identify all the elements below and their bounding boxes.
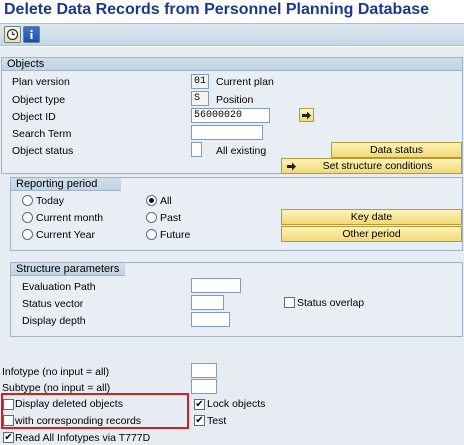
lock-objects-checkbox[interactable]: ✔ — [194, 399, 205, 410]
clock-execute-icon[interactable] — [4, 26, 21, 43]
test-label: Test — [207, 415, 227, 427]
radio-today[interactable] — [22, 195, 33, 206]
radio-all[interactable] — [146, 195, 157, 206]
set-structure-conditions-button[interactable]: Set structure conditions — [281, 158, 462, 174]
search-term-label: Search Term — [12, 128, 72, 140]
plan-version-text: Current plan — [216, 76, 274, 88]
status-vector-label: Status vector — [22, 298, 84, 310]
evaluation-path-label: Evaluation Path — [22, 281, 96, 293]
key-date-button[interactable]: Key date — [281, 209, 462, 225]
object-status-text: All existing — [216, 145, 267, 157]
lock-objects-label: Lock objects — [207, 398, 266, 410]
read-all-infotypes-label: Read All Infotypes via T777D — [15, 432, 151, 444]
status-overlap-label: Status overlap — [297, 297, 365, 309]
arrow-right-icon — [286, 161, 297, 175]
radio-today-label: Today — [36, 195, 65, 207]
test-checkbox[interactable]: ✔ — [194, 415, 205, 426]
plan-version-field[interactable]: 01 — [191, 74, 209, 89]
info-icon[interactable] — [23, 26, 40, 43]
object-id-field[interactable]: 56000020 — [191, 108, 270, 123]
radio-current-month-label: Current month — [36, 212, 104, 224]
display-depth-field[interactable] — [191, 312, 230, 327]
radio-past-label: Past — [160, 212, 182, 224]
radio-past[interactable] — [146, 212, 157, 223]
object-status-field[interactable] — [191, 142, 202, 157]
infotype-label: Infotype (no input = all) — [2, 366, 110, 378]
object-type-label: Object type — [12, 94, 66, 106]
reporting-period-title: Reporting period — [11, 178, 121, 191]
object-type-field[interactable]: S — [191, 91, 209, 106]
plan-version-label: Plan version — [12, 76, 70, 88]
object-id-label: Object ID — [12, 111, 56, 123]
radio-selected-dot — [149, 198, 154, 203]
other-period-button[interactable]: Other period — [281, 226, 462, 242]
data-status-button[interactable]: Data status — [331, 142, 462, 158]
radio-current-year-label: Current Year — [36, 229, 95, 241]
structure-parameters-title: Structure parameters — [11, 263, 125, 276]
radio-future-label: Future — [160, 229, 191, 241]
infotype-field[interactable] — [191, 363, 217, 378]
evaluation-path-field[interactable] — [191, 278, 241, 293]
object-type-text: Position — [216, 94, 254, 106]
radio-future[interactable] — [146, 229, 157, 240]
radio-current-year[interactable] — [22, 229, 33, 240]
object-status-label: Object status — [12, 145, 74, 157]
highlight-box — [1, 393, 189, 429]
subtype-field[interactable] — [191, 379, 217, 394]
set-structure-conditions-label: Set structure conditions — [322, 160, 433, 172]
status-vector-field[interactable] — [191, 295, 224, 310]
arrow-right-icon[interactable] — [299, 108, 314, 122]
radio-all-label: All — [160, 195, 172, 207]
status-overlap-checkbox[interactable] — [284, 297, 295, 308]
application-toolbar — [0, 23, 464, 46]
read-all-infotypes-checkbox[interactable]: ✔ — [3, 432, 14, 443]
radio-current-month[interactable] — [22, 212, 33, 223]
display-depth-label: Display depth — [22, 315, 86, 327]
page-title: Delete Data Records from Personnel Plann… — [4, 1, 430, 18]
objects-group-title: Objects — [2, 58, 462, 71]
search-term-field[interactable] — [191, 125, 263, 140]
